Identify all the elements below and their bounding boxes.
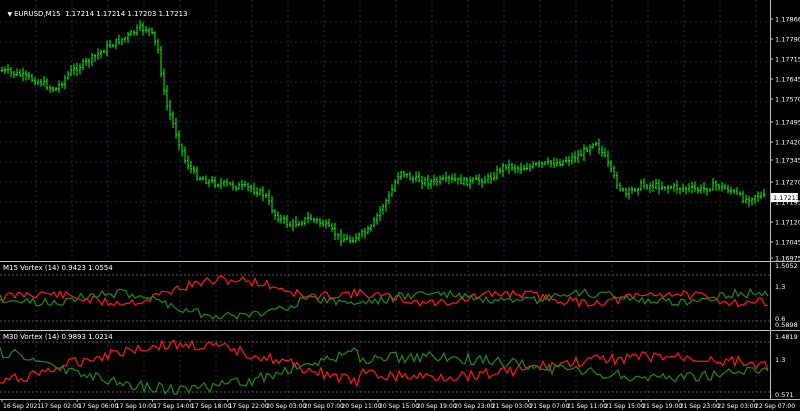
main-chart-header: ▼ EURUSD,M15 1.17214 1.17214 1.17203 1.17… xyxy=(3,2,188,18)
ohlc-values: 1.17214 1.17214 1.17203 1.17213 xyxy=(65,10,188,18)
m30-vortex-label: M30 Vortex (14) 0.9893 1.0214 xyxy=(3,333,113,341)
time-tick-label: 16 Sep 2021 xyxy=(3,403,41,410)
time-tick-label: 20 Sep 15:00 xyxy=(379,403,419,410)
price-tick-label: 1.17790 xyxy=(775,36,800,44)
m30-scale-label: 0.571 xyxy=(775,391,794,399)
price-tick-label: 1.17645 xyxy=(775,76,800,84)
time-tick-label: 21 Sep 23:00 xyxy=(680,403,720,410)
time-tick-label: 17 Sep 14:00 xyxy=(153,403,193,410)
m15-scale-label: 0.5898 xyxy=(775,321,798,329)
m30-scale-label: 1.3 xyxy=(775,356,785,364)
time-tick-label: 21 Sep 11:00 xyxy=(567,403,607,410)
m15-scale-label: 1.5052 xyxy=(775,262,798,270)
current-price-label: 1.17213 xyxy=(773,194,800,202)
time-tick-label: 21 Sep 03:00 xyxy=(492,403,532,410)
price-tick-label: 1.17570 xyxy=(775,96,800,104)
price-tick-label: 1.17120 xyxy=(775,219,800,227)
time-tick-label: 22 Sep 03:00 xyxy=(717,403,757,410)
time-tick-label: 21 Sep 19:00 xyxy=(642,403,682,410)
time-tick-label: 20 Sep 19:00 xyxy=(417,403,457,410)
m30-scale-label: 1.4819 xyxy=(775,333,798,341)
time-tick-label: 22 Sep 07:00 xyxy=(755,403,795,410)
price-tick-label: 1.17270 xyxy=(775,179,800,187)
time-tick-label: 20 Sep 23:00 xyxy=(454,403,494,410)
time-tick-label: 17 Sep 06:00 xyxy=(78,403,118,410)
time-tick-label: 17 Sep 22:00 xyxy=(229,403,269,410)
m15-vortex-label: M15 Vortex (14) 0.9423 1.0554 xyxy=(3,264,113,272)
symbol-title: EURUSD,M15 xyxy=(14,10,61,18)
time-tick-label: 20 Sep 03:00 xyxy=(266,403,306,410)
time-tick-label: 21 Sep 07:00 xyxy=(529,403,569,410)
time-tick-label: 17 Sep 18:00 xyxy=(191,403,231,410)
current-price-tag: 1.17213 xyxy=(771,193,800,202)
price-tick-label: 1.17420 xyxy=(775,139,800,147)
price-tick-label: 1.17045 xyxy=(775,239,800,247)
time-tick-label: 17 Sep 10:00 xyxy=(116,403,156,410)
price-tick-label: 1.17866 xyxy=(775,16,800,24)
price-tick-label: 1.17345 xyxy=(775,157,800,165)
m15-scale-label: 1.3 xyxy=(775,283,785,291)
price-tick-label: 1.17715 xyxy=(775,56,800,64)
chart-canvas[interactable]: 1.17866 1.17790 1.17715 1.17645 1.17570 1.174… xyxy=(0,0,800,411)
time-tick-label: 17 Sep 02:00 xyxy=(41,403,81,410)
time-tick-label: 21 Sep 15:00 xyxy=(605,403,645,410)
time-tick-label: 20 Sep 07:00 xyxy=(304,403,344,410)
time-tick-label: 20 Sep 11:00 xyxy=(341,403,381,410)
dropdown-triangle-icon[interactable]: ▼ xyxy=(7,11,12,18)
price-tick-label: 1.17495 xyxy=(775,119,800,127)
